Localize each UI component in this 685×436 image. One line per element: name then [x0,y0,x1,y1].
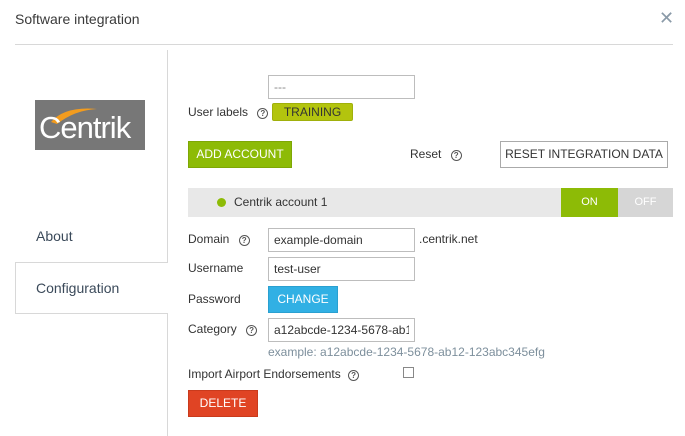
user-labels-text: User labels [188,105,249,119]
username-label: Username [188,261,244,275]
category-label: Category ? [188,322,258,336]
category-example-hint: example: a12abcde-1234-5678-ab12-123abc3… [268,345,545,359]
import-endorsements-checkbox[interactable] [403,367,414,378]
logo-text: Centrik [39,110,131,145]
domain-suffix: .centrik.net [419,232,478,246]
help-icon[interactable]: ? [246,325,258,336]
label-tag-training[interactable]: TRAINING [272,103,353,121]
reset-integration-data-button[interactable]: RESET INTEGRATION DATA [500,141,668,168]
category-input[interactable] [268,318,415,342]
domain-input[interactable] [268,228,415,252]
dialog-title: Software integration [15,11,140,27]
add-account-button[interactable]: ADD ACCOUNT [188,141,292,168]
delete-button[interactable]: DELETE [188,390,258,417]
sidebar-divider [167,50,168,436]
close-icon[interactable]: ✕ [659,8,674,29]
import-endorsements-text: Import Airport Endorsements [188,367,341,381]
toggle-off-button[interactable]: OFF [618,188,673,217]
change-password-button[interactable]: CHANGE [268,286,338,313]
username-input[interactable] [268,257,415,281]
centrik-logo: Centrik [35,100,145,150]
status-dot-icon [217,198,226,207]
import-endorsements-label: Import Airport Endorsements ? [188,367,360,381]
password-label: Password [188,292,241,306]
nav-item-configuration-label: Configuration [36,280,120,296]
account-name: Centrik account 1 [234,195,328,209]
nav-item-about[interactable]: About [36,228,73,244]
help-icon[interactable]: ? [238,235,250,246]
user-labels-label: User labels ? [188,105,269,119]
category-label-text: Category [188,322,237,336]
help-icon[interactable]: ? [348,370,360,381]
toggle-on-button[interactable]: ON [561,188,618,217]
reset-label: Reset ? [410,147,462,161]
help-icon[interactable]: ? [257,108,269,119]
domain-label: Domain ? [188,232,250,246]
domain-label-text: Domain [188,232,230,246]
header-divider [15,44,673,45]
reset-text: Reset [410,147,442,161]
help-icon[interactable]: ? [450,150,462,161]
user-labels-input[interactable] [268,75,415,99]
